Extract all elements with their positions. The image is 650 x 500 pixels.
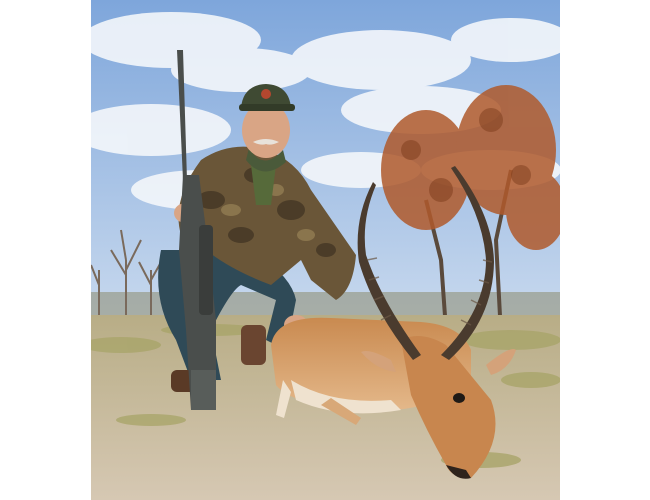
photo-illustration: [91, 0, 560, 500]
hunting-photo: [91, 0, 560, 500]
